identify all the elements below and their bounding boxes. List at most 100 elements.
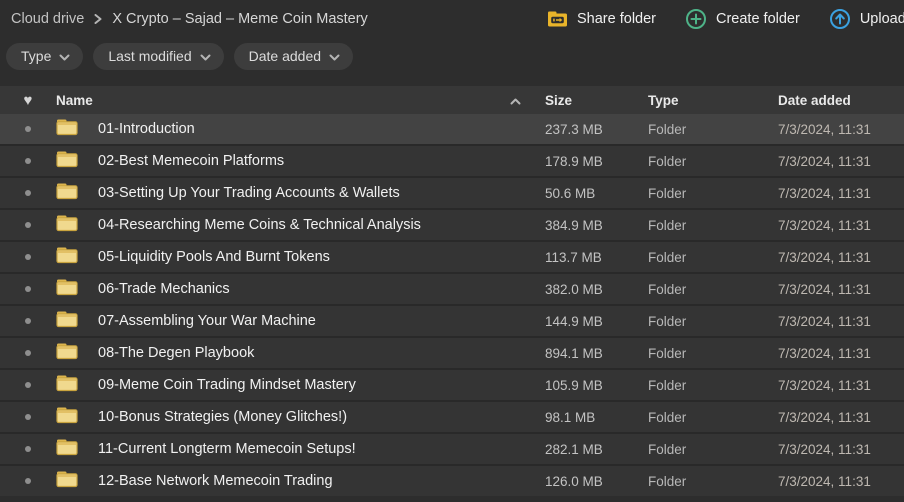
- file-date-added: 7/3/2024, 11:31: [778, 122, 904, 137]
- upload-button[interactable]: Upload...: [829, 8, 904, 30]
- favorite-dot-icon[interactable]: [25, 158, 31, 164]
- filter-type-label: Type: [21, 48, 51, 64]
- file-name[interactable]: 12-Base Network Memecoin Trading: [98, 473, 545, 489]
- favorite-dot-icon[interactable]: [25, 350, 31, 356]
- folder-icon: [56, 309, 78, 333]
- table-row[interactable]: 03-Setting Up Your Trading Accounts & Wa…: [0, 178, 904, 208]
- name-column-header[interactable]: Name: [56, 93, 545, 108]
- file-size: 237.3 MB: [545, 122, 648, 137]
- file-size: 113.7 MB: [545, 250, 648, 265]
- file-date-added: 7/3/2024, 11:31: [778, 154, 904, 169]
- file-name[interactable]: 05-Liquidity Pools And Burnt Tokens: [98, 249, 545, 265]
- table-row[interactable]: 09-Meme Coin Trading Mindset Mastery105.…: [0, 370, 904, 400]
- file-name[interactable]: 06-Trade Mechanics: [98, 281, 545, 297]
- file-name[interactable]: 01-Introduction: [98, 121, 545, 137]
- file-type: Folder: [648, 314, 778, 329]
- file-size: 894.1 MB: [545, 346, 648, 361]
- create-folder-icon: [685, 8, 707, 30]
- filter-last-modified[interactable]: Last modified: [93, 43, 223, 70]
- folder-icon: [56, 437, 78, 461]
- sort-ascending-icon[interactable]: [510, 93, 521, 108]
- file-name[interactable]: 09-Meme Coin Trading Mindset Mastery: [98, 377, 545, 393]
- breadcrumb-root[interactable]: Cloud drive: [11, 11, 84, 27]
- favorite-dot-icon[interactable]: [25, 254, 31, 260]
- file-size: 178.9 MB: [545, 154, 648, 169]
- file-name[interactable]: 04-Researching Meme Coins & Technical An…: [98, 217, 545, 233]
- table-row[interactable]: 02-Best Memecoin Platforms178.9 MBFolder…: [0, 146, 904, 176]
- folder-icon: [56, 213, 78, 237]
- file-name[interactable]: 10-Bonus Strategies (Money Glitches!): [98, 409, 545, 425]
- file-size: 282.1 MB: [545, 442, 648, 457]
- name-column-label: Name: [56, 93, 93, 108]
- date-added-column-header[interactable]: Date added: [778, 93, 904, 108]
- breadcrumb-current: X Crypto – Sajad – Meme Coin Mastery: [112, 11, 367, 27]
- favorite-dot-icon[interactable]: [25, 126, 31, 132]
- breadcrumb: Cloud drive X Crypto – Sajad – Meme Coin…: [0, 11, 368, 27]
- chevron-down-icon: [200, 48, 211, 64]
- file-type: Folder: [648, 250, 778, 265]
- filter-last-modified-label: Last modified: [108, 48, 191, 64]
- favorite-dot-icon[interactable]: [25, 190, 31, 196]
- share-folder-button[interactable]: Share folder: [547, 10, 656, 28]
- filter-date-added[interactable]: Date added: [234, 43, 353, 70]
- folder-icon: [56, 245, 78, 269]
- share-folder-label: Share folder: [577, 11, 656, 27]
- file-date-added: 7/3/2024, 11:31: [778, 186, 904, 201]
- file-rows: 01-Introduction237.3 MBFolder7/3/2024, 1…: [0, 114, 904, 496]
- table-row[interactable]: 04-Researching Meme Coins & Technical An…: [0, 210, 904, 240]
- table-row[interactable]: 07-Assembling Your War Machine144.9 MBFo…: [0, 306, 904, 336]
- file-size: 105.9 MB: [545, 378, 648, 393]
- table-row[interactable]: 06-Trade Mechanics382.0 MBFolder7/3/2024…: [0, 274, 904, 304]
- favorites-column-header[interactable]: ♥: [0, 93, 56, 108]
- filter-date-added-label: Date added: [249, 48, 321, 64]
- file-name[interactable]: 07-Assembling Your War Machine: [98, 313, 545, 329]
- table-row[interactable]: 10-Bonus Strategies (Money Glitches!)98.…: [0, 402, 904, 432]
- file-type: Folder: [648, 186, 778, 201]
- favorite-dot-icon[interactable]: [25, 318, 31, 324]
- file-name[interactable]: 08-The Degen Playbook: [98, 345, 545, 361]
- file-date-added: 7/3/2024, 11:31: [778, 442, 904, 457]
- file-size: 50.6 MB: [545, 186, 648, 201]
- file-size: 384.9 MB: [545, 218, 648, 233]
- filter-bar: Type Last modified Date added: [0, 38, 904, 74]
- folder-icon: [56, 341, 78, 365]
- table-row[interactable]: 11-Current Longterm Memecoin Setups!282.…: [0, 434, 904, 464]
- file-type: Folder: [648, 378, 778, 393]
- favorite-dot-icon[interactable]: [25, 222, 31, 228]
- file-type: Folder: [648, 218, 778, 233]
- file-size: 382.0 MB: [545, 282, 648, 297]
- file-type: Folder: [648, 346, 778, 361]
- type-column-header[interactable]: Type: [648, 93, 778, 108]
- file-type: Folder: [648, 474, 778, 489]
- size-column-header[interactable]: Size: [545, 93, 648, 108]
- table-row[interactable]: 08-The Degen Playbook894.1 MBFolder7/3/2…: [0, 338, 904, 368]
- filter-type[interactable]: Type: [6, 43, 83, 70]
- upload-label: Upload...: [860, 11, 904, 27]
- chevron-down-icon: [59, 48, 70, 64]
- top-bar: Cloud drive X Crypto – Sajad – Meme Coin…: [0, 0, 904, 38]
- file-date-added: 7/3/2024, 11:31: [778, 314, 904, 329]
- chevron-down-icon: [329, 48, 340, 64]
- file-date-added: 7/3/2024, 11:31: [778, 346, 904, 361]
- file-name[interactable]: 02-Best Memecoin Platforms: [98, 153, 545, 169]
- table-row[interactable]: 05-Liquidity Pools And Burnt Tokens113.7…: [0, 242, 904, 272]
- share-folder-icon: [547, 10, 568, 28]
- file-name[interactable]: 03-Setting Up Your Trading Accounts & Wa…: [98, 185, 545, 201]
- upload-icon: [829, 8, 851, 30]
- favorite-dot-icon[interactable]: [25, 382, 31, 388]
- folder-icon: [56, 373, 78, 397]
- create-folder-label: Create folder: [716, 11, 800, 27]
- table-row[interactable]: 12-Base Network Memecoin Trading126.0 MB…: [0, 466, 904, 496]
- file-name[interactable]: 11-Current Longterm Memecoin Setups!: [98, 441, 545, 457]
- favorite-dot-icon[interactable]: [25, 478, 31, 484]
- file-size: 98.1 MB: [545, 410, 648, 425]
- table-row[interactable]: 01-Introduction237.3 MBFolder7/3/2024, 1…: [0, 114, 904, 144]
- file-date-added: 7/3/2024, 11:31: [778, 474, 904, 489]
- folder-icon: [56, 405, 78, 429]
- file-date-added: 7/3/2024, 11:31: [778, 378, 904, 393]
- favorite-dot-icon[interactable]: [25, 286, 31, 292]
- chevron-right-icon: [94, 14, 102, 24]
- create-folder-button[interactable]: Create folder: [685, 8, 800, 30]
- favorite-dot-icon[interactable]: [25, 446, 31, 452]
- favorite-dot-icon[interactable]: [25, 414, 31, 420]
